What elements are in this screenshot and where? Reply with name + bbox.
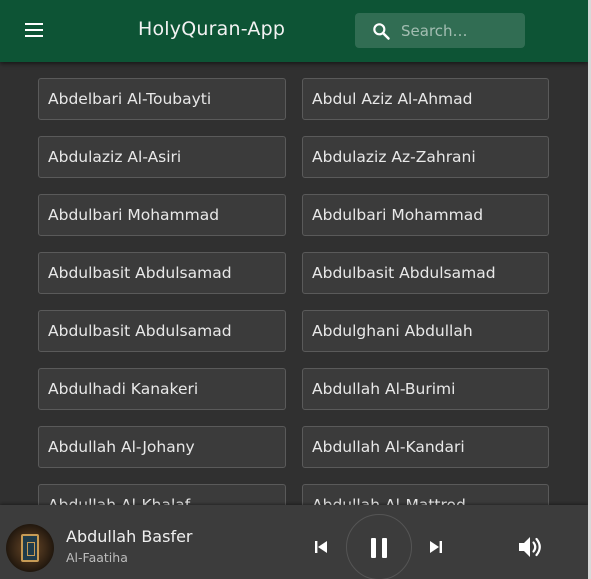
album-cover	[6, 524, 54, 572]
app-title: HolyQuran-App	[138, 18, 286, 40]
volume-icon[interactable]	[517, 534, 545, 560]
reciter-card[interactable]: Abdullah Al-Kandari	[302, 426, 549, 468]
reciter-card[interactable]: Abdullah Al-Johany	[38, 426, 286, 468]
pause-button[interactable]	[346, 514, 412, 579]
reciter-card[interactable]: Abdulbasit Abdulsamad	[302, 252, 549, 294]
menu-icon[interactable]	[21, 19, 47, 41]
reciter-card[interactable]: Abdulhadi Kanakeri	[38, 368, 286, 410]
skip-next-icon[interactable]	[427, 538, 445, 556]
pause-icon	[371, 538, 387, 558]
reciter-card[interactable]: Abdulbasit Abdulsamad	[38, 310, 286, 352]
player-surah-name: Al-Faatiha	[66, 550, 128, 565]
audio-player: Abdullah Basfer Al-Faatiha	[0, 505, 588, 579]
reciter-card[interactable]: Abdulaziz Al-Asiri	[38, 136, 286, 178]
search-box[interactable]	[355, 13, 525, 48]
reciter-card[interactable]: Abdul Aziz Al-Ahmad	[302, 78, 549, 120]
reciter-grid: Abdelbari Al-Toubayti Abdul Aziz Al-Ahmad…	[38, 78, 549, 526]
search-icon	[373, 23, 390, 40]
skip-previous-icon[interactable]	[312, 538, 330, 556]
reciter-card[interactable]: Abdullah Al-Burimi	[302, 368, 549, 410]
reciter-card[interactable]: Abdulbari Mohammad	[302, 194, 549, 236]
search-input[interactable]	[401, 13, 521, 48]
player-reciter-name: Abdullah Basfer	[66, 527, 193, 546]
reciter-card[interactable]: Abdulbasit Abdulsamad	[38, 252, 286, 294]
app-bar: HolyQuran-App	[0, 0, 588, 62]
reciter-card[interactable]: Abdulaziz Az-Zahrani	[302, 136, 549, 178]
reciter-card[interactable]: Abdulghani Abdullah	[302, 310, 549, 352]
reciter-card[interactable]: Abdulbari Mohammad	[38, 194, 286, 236]
reciter-card[interactable]: Abdelbari Al-Toubayti	[38, 78, 286, 120]
